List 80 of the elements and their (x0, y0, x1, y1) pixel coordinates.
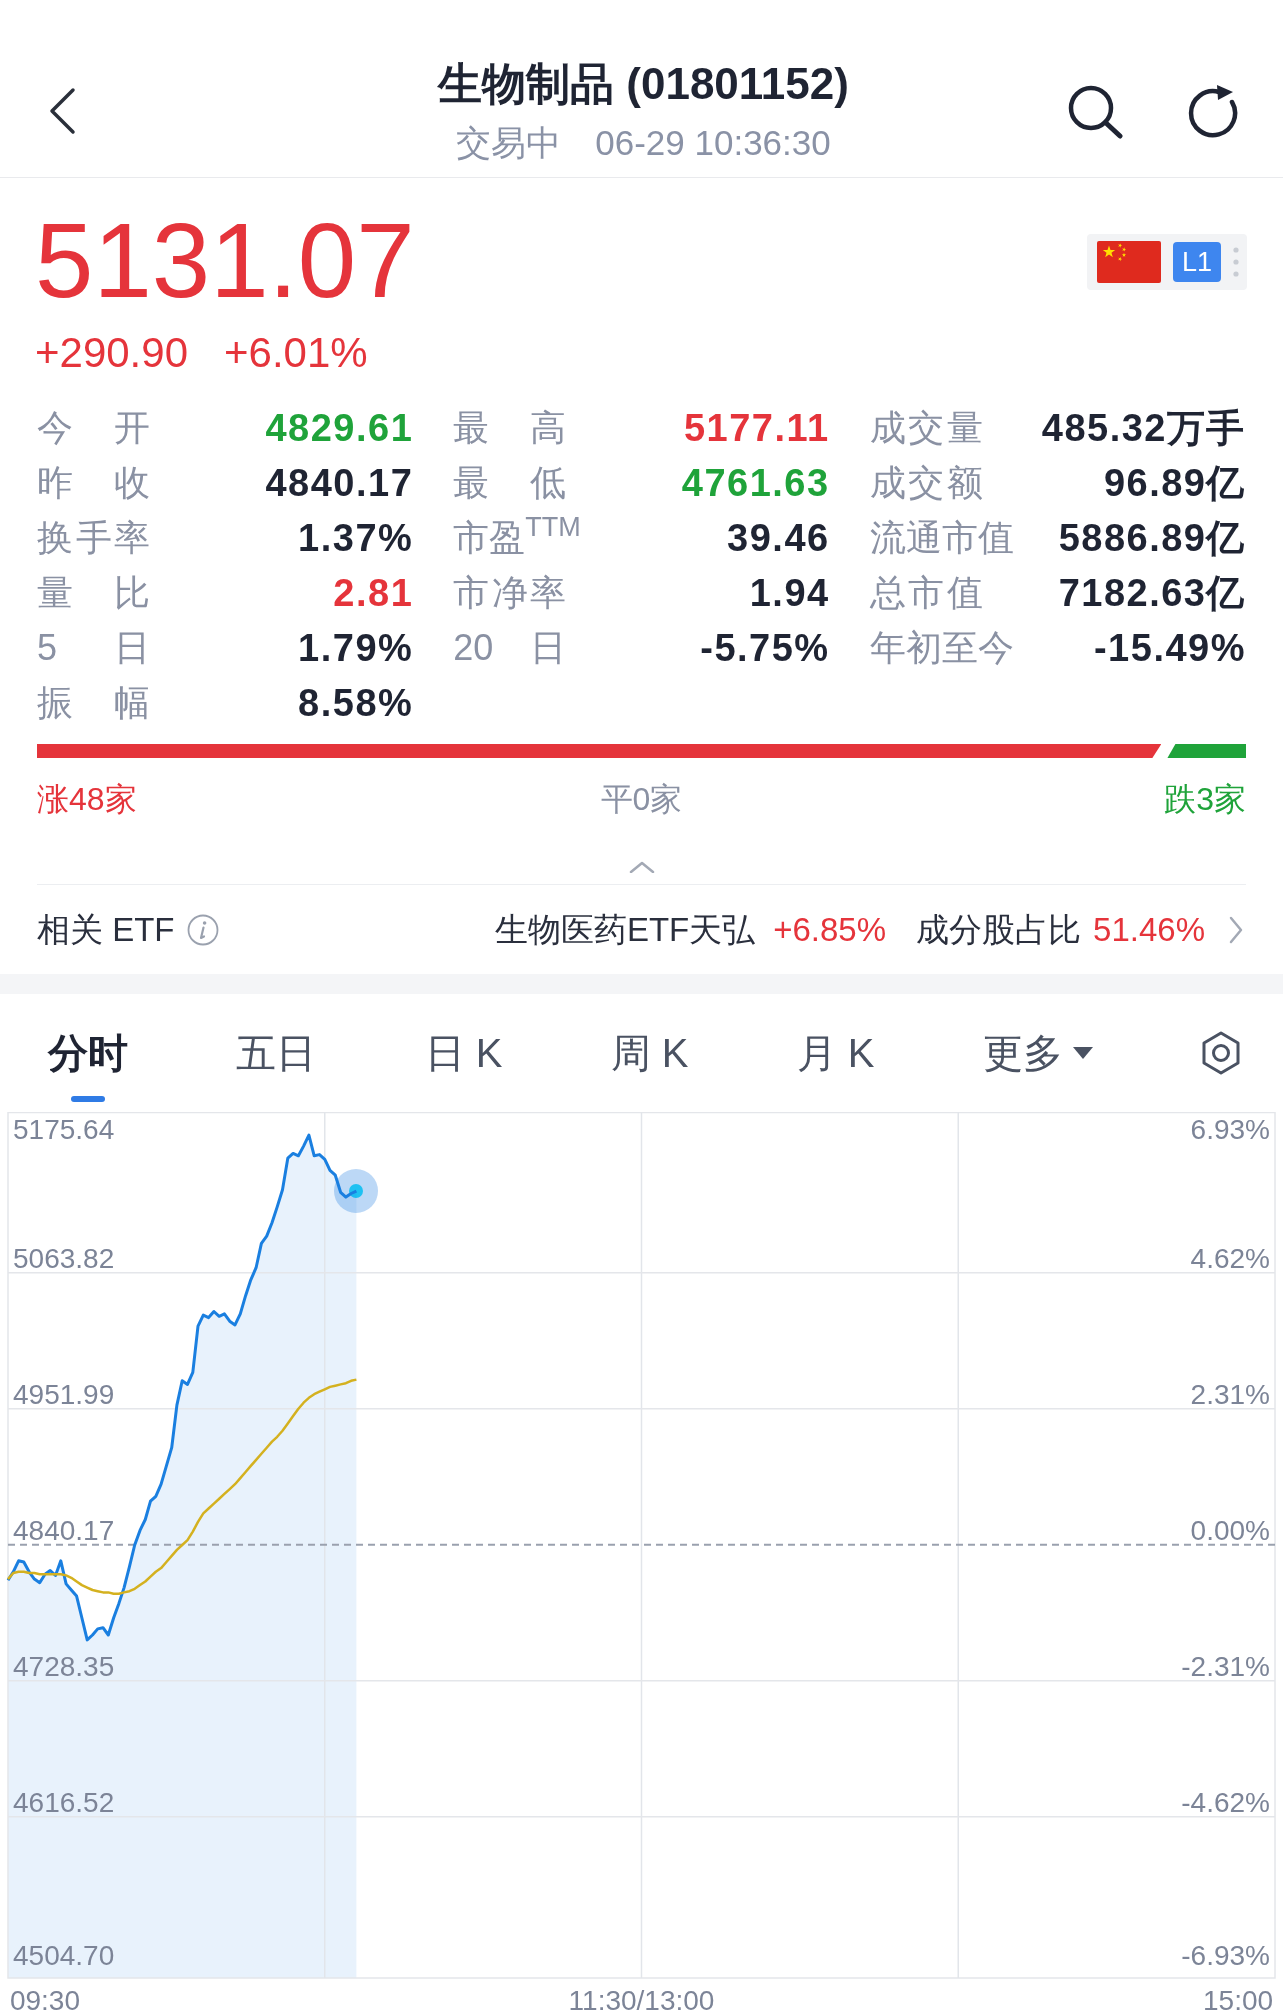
percent-axis-label: -4.62% (1181, 1786, 1270, 1818)
price-axis-label: 4840.17 (13, 1514, 115, 1546)
stat-value: 5177.11 (683, 405, 830, 450)
percent-axis-label: 4.62% (1190, 1242, 1270, 1274)
current-point-icon (334, 1169, 379, 1214)
caret-down-icon (1072, 1047, 1093, 1059)
settings-icon[interactable] (1201, 1031, 1241, 1075)
price-change: +290.90 (35, 332, 188, 374)
time-axis-label: 09:30 (9, 1985, 80, 2015)
etf-label: 相关 ETF (37, 909, 175, 950)
stat-label: 成交量 (869, 405, 983, 450)
stat-value: 7182.63亿 (1058, 570, 1246, 615)
etf-change: +6.85% (773, 909, 887, 950)
decliners-count: 跌3家 (1164, 780, 1246, 819)
quote-time: 06-29 10:36:30 (595, 122, 831, 163)
china-flag-icon (1097, 241, 1161, 283)
chart-tab[interactable]: 五日 (236, 1029, 317, 1077)
search-icon[interactable] (1066, 83, 1124, 139)
stock-title: 生物制品 (01801152) (438, 59, 849, 108)
stat-label: 5 日 (37, 625, 150, 670)
last-price: 5131.07 (35, 208, 415, 313)
info-icon[interactable] (186, 913, 219, 946)
chart-tab[interactable]: 分时 (48, 1029, 128, 1077)
stat-label: 最 低 (453, 460, 567, 505)
stat-label: 20 日 (453, 625, 567, 670)
stat-value: 1.94 (749, 570, 830, 615)
percent-change: +6.01% (224, 332, 368, 374)
price-axis-label: 5063.82 (13, 1242, 115, 1274)
refresh-icon[interactable] (1186, 84, 1240, 138)
stat-value: 39.46 (727, 515, 830, 560)
etf-name[interactable]: 生物医药ETF天弘 (494, 909, 756, 950)
percent-axis-label: -6.93% (1181, 1939, 1270, 1971)
share-value: 51.46% (1093, 909, 1205, 950)
price-axis-label: 5175.64 (13, 1113, 115, 1145)
share-label: 成分股占比 (916, 909, 1082, 950)
stat-label: 量 比 (37, 570, 150, 615)
stat-value: 4761.63 (681, 460, 830, 505)
time-axis-label: 15:00 (1203, 1985, 1274, 2015)
stat-value: 1.37% (298, 515, 414, 560)
chart-tab[interactable]: 月 K (796, 1029, 875, 1077)
tab-underline (71, 1096, 105, 1102)
stat-label: 市盈$^{TTM}$ (453, 515, 581, 560)
level-badge: L1 (1173, 242, 1221, 282)
stat-value: 4840.17 (265, 460, 414, 505)
chart-tab[interactable]: 更多 (982, 1029, 1093, 1077)
stat-label: 年初至今 (869, 625, 1014, 670)
advancers-count: 涨48家 (37, 780, 137, 819)
stat-value: -15.49% (1093, 625, 1246, 670)
unchanged-count: 平0家 (600, 780, 683, 819)
price-axis-label: 4951.99 (13, 1378, 115, 1410)
stat-value: 485.32万手 (1041, 405, 1246, 450)
stat-value: 8.58% (298, 680, 414, 725)
price-axis-label: 4616.52 (13, 1786, 115, 1818)
back-icon[interactable] (47, 87, 77, 135)
more-dots-icon[interactable] (1233, 247, 1239, 277)
stat-label: 市净率 (453, 570, 567, 615)
chart-tab[interactable]: 日 K (424, 1029, 503, 1077)
percent-axis-label: 2.31% (1190, 1378, 1270, 1410)
stat-label: 换手率 (37, 515, 150, 560)
percent-axis-label: 6.93% (1190, 1113, 1270, 1145)
chart-tab[interactable]: 周 K (610, 1029, 689, 1077)
time-axis-label: 11:30/13:00 (568, 1985, 715, 2015)
stat-value: 4829.61 (265, 405, 414, 450)
stat-label: 最 高 (453, 405, 567, 450)
price-axis-label: 4504.70 (13, 1939, 115, 1971)
price-axis-label: 4728.35 (13, 1650, 115, 1682)
stat-label: 成交额 (869, 460, 983, 505)
percent-axis-label: 0.00% (1190, 1514, 1270, 1546)
stat-label: 总市值 (869, 570, 983, 615)
stat-value: 96.89亿 (1103, 460, 1246, 505)
stat-value: 2.81 (333, 570, 414, 615)
stat-value: 5886.89亿 (1058, 515, 1246, 560)
stat-value: -5.75% (700, 625, 830, 670)
stat-label: 振 幅 (37, 680, 150, 725)
stat-label: 今 开 (37, 405, 150, 450)
trading-status: 交易中 (456, 122, 562, 163)
stat-label: 昨 收 (37, 460, 150, 505)
stat-value: 1.79% (298, 625, 414, 670)
percent-axis-label: -2.31% (1181, 1650, 1270, 1682)
stat-label: 流通市值 (869, 515, 1014, 560)
